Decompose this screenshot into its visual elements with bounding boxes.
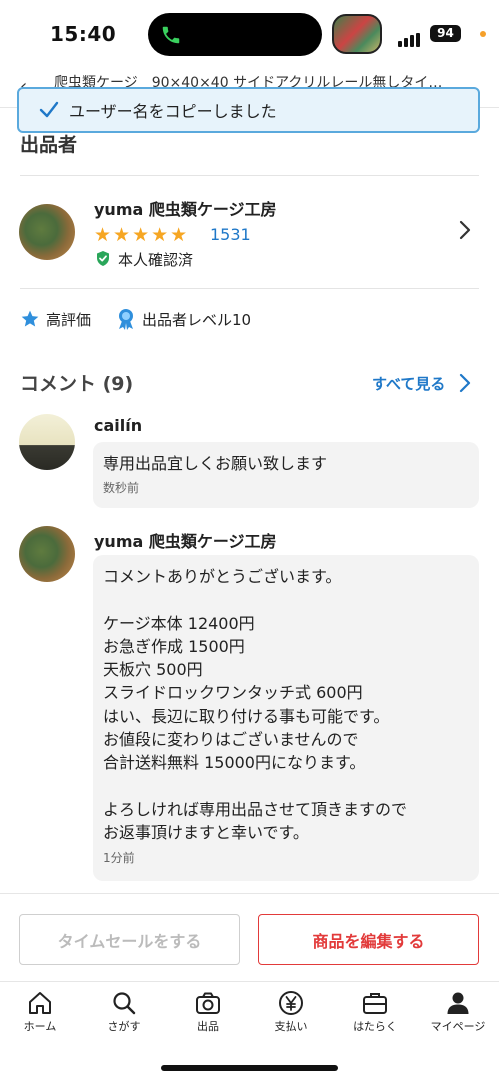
dynamic-island[interactable] xyxy=(148,13,322,56)
battery-icon: 94 xyxy=(430,25,461,42)
comments-title: コメント (9) xyxy=(20,373,134,395)
verified-shield-icon xyxy=(97,251,109,266)
tab-label: マイページ xyxy=(430,1020,486,1033)
rating-count: 1531 xyxy=(210,225,251,244)
seller-row[interactable]: yuma 爬虫類ケージ工房 ★★★★★ 1531 本人確認済 xyxy=(0,187,499,283)
copy-toast: ユーザー名をコピーしました xyxy=(17,87,480,133)
tab-search[interactable]: さがす xyxy=(82,990,166,1034)
timesale-button[interactable]: タイムセールをする xyxy=(19,914,240,965)
edit-item-button[interactable]: 商品を編集する xyxy=(258,914,479,965)
tab-label: 出品 xyxy=(197,1020,219,1033)
chevron-right-icon[interactable] xyxy=(459,373,471,393)
status-bar: 15:40 94 xyxy=(0,0,499,68)
seller-name: yuma 爬虫類ケージ工房 xyxy=(94,200,277,219)
comment-text: 専用出品宜しくお願い致します xyxy=(103,454,328,473)
action-bar: タイムセールをする 商品を編集する xyxy=(0,893,499,981)
camera-icon xyxy=(196,992,220,1014)
live-activity-thumbnail[interactable] xyxy=(332,14,382,54)
medal-icon xyxy=(119,309,133,330)
comment-bubble: コメントありがとうございます。 ケージ本体 12400円 お急ぎ作成 1500円… xyxy=(93,555,479,881)
tab-label: さがす xyxy=(107,1020,141,1033)
briefcase-icon xyxy=(363,993,387,1014)
comment-user[interactable]: yuma 爬虫類ケージ工房 xyxy=(94,528,277,552)
toast-text: ユーザー名をコピーしました xyxy=(69,102,277,121)
tab-work[interactable]: はたらく xyxy=(333,990,417,1034)
star-icon xyxy=(21,310,39,327)
tab-sell[interactable]: 出品 xyxy=(166,990,250,1034)
checkmark-icon xyxy=(39,101,59,118)
tab-label: 支払い xyxy=(274,1020,308,1033)
badge-high-rating: 高評価 xyxy=(46,311,92,329)
seller-section-title: 出品者 xyxy=(20,134,78,156)
signal-icon xyxy=(398,28,422,47)
privacy-indicator-dot xyxy=(480,31,486,37)
divider xyxy=(20,175,479,176)
comment-avatar[interactable] xyxy=(19,414,75,470)
tab-payment[interactable]: 支払い xyxy=(249,990,333,1034)
comment-bubble: 専用出品宜しくお願い致します 数秒前 xyxy=(93,442,479,508)
status-time: 15:40 xyxy=(50,22,117,46)
tab-mypage[interactable]: マイページ xyxy=(416,990,499,1034)
comment-avatar[interactable] xyxy=(19,526,75,582)
badge-seller-level: 出品者レベル10 xyxy=(142,311,252,329)
home-icon xyxy=(29,992,51,1014)
home-indicator xyxy=(161,1065,338,1071)
chevron-right-icon xyxy=(459,220,471,240)
tab-label: ホーム xyxy=(23,1020,57,1033)
comment-user[interactable]: cailín xyxy=(94,416,142,435)
tab-bar: ホーム さがす 出品 支払い はたらく マイページ xyxy=(0,981,499,1041)
comment-text: コメントありがとうございます。 ケージ本体 12400円 お急ぎ作成 1500円… xyxy=(103,567,408,843)
verified-label: 本人確認済 xyxy=(118,251,194,269)
person-icon xyxy=(447,992,469,1014)
phone-icon xyxy=(162,26,180,44)
see-all-link[interactable]: すべて見る xyxy=(372,373,445,394)
seller-badges: 高評価 出品者レベル10 xyxy=(0,300,499,340)
yen-icon xyxy=(279,991,303,1015)
comment-time: 数秒前 xyxy=(103,481,140,496)
tab-label: はたらく xyxy=(353,1020,397,1033)
tab-home[interactable]: ホーム xyxy=(0,990,82,1034)
search-icon xyxy=(113,992,136,1015)
rating-stars: ★★★★★ xyxy=(94,224,190,246)
divider xyxy=(20,288,479,289)
comment-time: 1分前 xyxy=(103,850,135,865)
seller-avatar[interactable] xyxy=(19,204,75,260)
